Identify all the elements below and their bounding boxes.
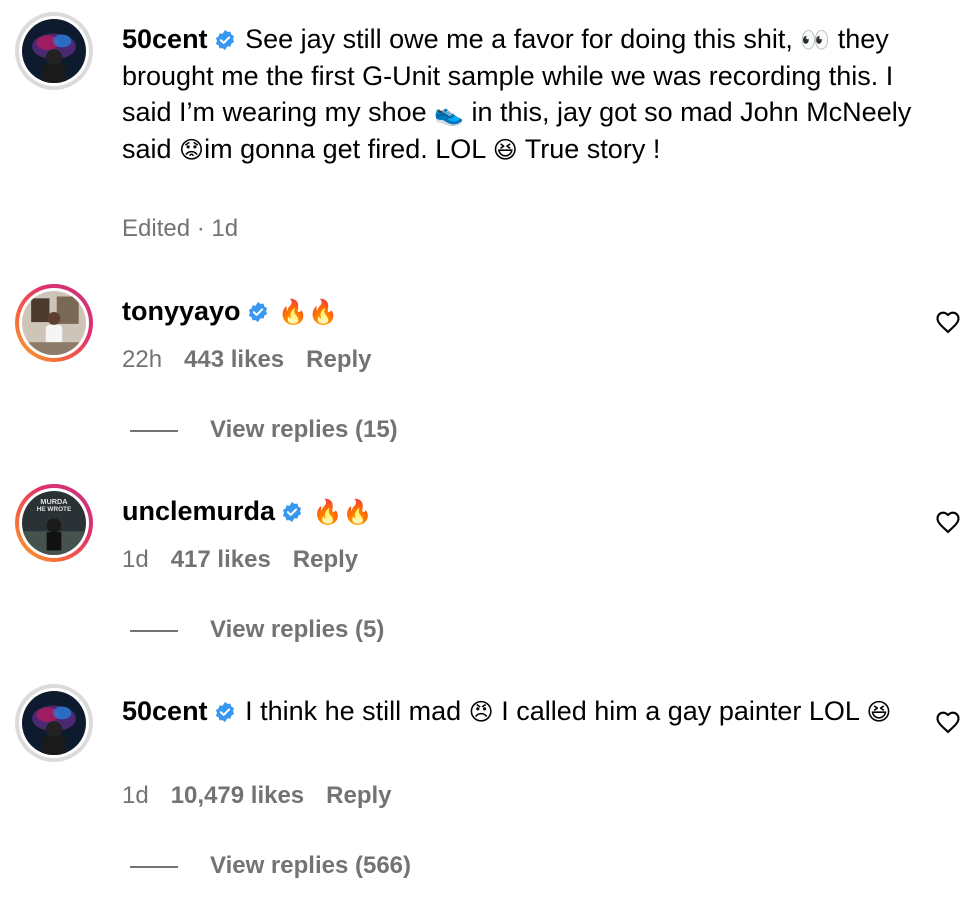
timestamp: 1d (122, 782, 149, 809)
avatar-unclemurda[interactable]: MURDA HE WROTE (15, 484, 93, 562)
avatar-title-text: HE WROTE (37, 506, 72, 513)
avatar-tonyyayo[interactable] (15, 284, 93, 362)
comment-text: 50cent I think he still mad 😠 I called h… (122, 693, 922, 730)
comment-meta: 1d 10,479 likes Reply (122, 781, 392, 811)
comment-text-segment: I think he still mad (245, 696, 469, 726)
likes-count[interactable]: 443 likes (184, 346, 284, 373)
timestamp: 22h (122, 346, 163, 373)
laughing-emoji: 😆 (492, 136, 518, 164)
comment-text-segment: im gonna get fired. LOL (204, 134, 493, 164)
likes-count[interactable]: 417 likes (171, 546, 271, 573)
timestamp: 1d (122, 546, 149, 573)
heart-outline-icon[interactable] (934, 708, 962, 736)
verified-badge-icon (215, 701, 234, 723)
comment-meta: 22h 443 likes Reply (122, 345, 372, 375)
avatar-image: MURDA HE WROTE (22, 491, 86, 555)
verified-badge-icon (248, 301, 267, 323)
replies-divider (130, 429, 178, 432)
fire-emoji: 🔥🔥 (312, 498, 373, 526)
comment-meta: Edited · 1d (122, 215, 239, 242)
comment-text-segment: I called him a gay painter LOL (493, 696, 867, 726)
avatar-image (22, 691, 86, 755)
comment-text: 50cent See jay still owe me a favor for … (122, 21, 922, 168)
view-replies-button[interactable]: View replies (566) (130, 851, 411, 881)
shoe-emoji: 👟 (434, 99, 465, 127)
username[interactable]: 50cent (122, 696, 208, 726)
eyes-emoji: 👀 (800, 26, 831, 54)
reply-button[interactable]: Reply (326, 782, 391, 809)
heart-outline-icon[interactable] (934, 308, 962, 336)
view-replies-button[interactable]: View replies (15) (130, 415, 398, 445)
comment-text-segment: True story ! (517, 134, 661, 164)
verified-badge-icon (215, 29, 234, 51)
avatar-50cent[interactable] (15, 684, 93, 762)
comment-text: unclemurda 🔥🔥 (122, 493, 922, 530)
avatar-image (22, 19, 86, 83)
comment-meta: 1d 417 likes Reply (122, 545, 358, 575)
comment-text-segment: See jay still owe me a favor for doing t… (245, 24, 801, 54)
reply-button[interactable]: Reply (293, 546, 358, 573)
avatar-image (22, 291, 86, 355)
view-replies-label: View replies (566) (210, 852, 411, 879)
avatar-50cent[interactable] (15, 12, 93, 90)
replies-divider (130, 629, 178, 632)
worried-face-emoji: 😟 (179, 136, 205, 164)
replies-divider (130, 865, 178, 868)
heart-outline-icon[interactable] (934, 508, 962, 536)
verified-badge-icon (282, 501, 302, 523)
fire-emoji: 🔥🔥 (278, 298, 338, 326)
username[interactable]: unclemurda (122, 496, 275, 526)
username[interactable]: tonyyayo (122, 296, 241, 326)
avatar-title-text: MURDA (40, 497, 68, 506)
view-replies-button[interactable]: View replies (5) (130, 615, 384, 645)
angry-face-emoji: 😠 (468, 698, 494, 726)
view-replies-label: View replies (5) (210, 616, 385, 643)
username[interactable]: 50cent (122, 24, 208, 54)
laughing-emoji: 😆 (866, 698, 892, 726)
reply-button[interactable]: Reply (306, 346, 371, 373)
comment-text: tonyyayo 🔥🔥 (122, 293, 922, 330)
view-replies-label: View replies (15) (210, 416, 398, 443)
likes-count[interactable]: 10,479 likes (171, 782, 304, 809)
